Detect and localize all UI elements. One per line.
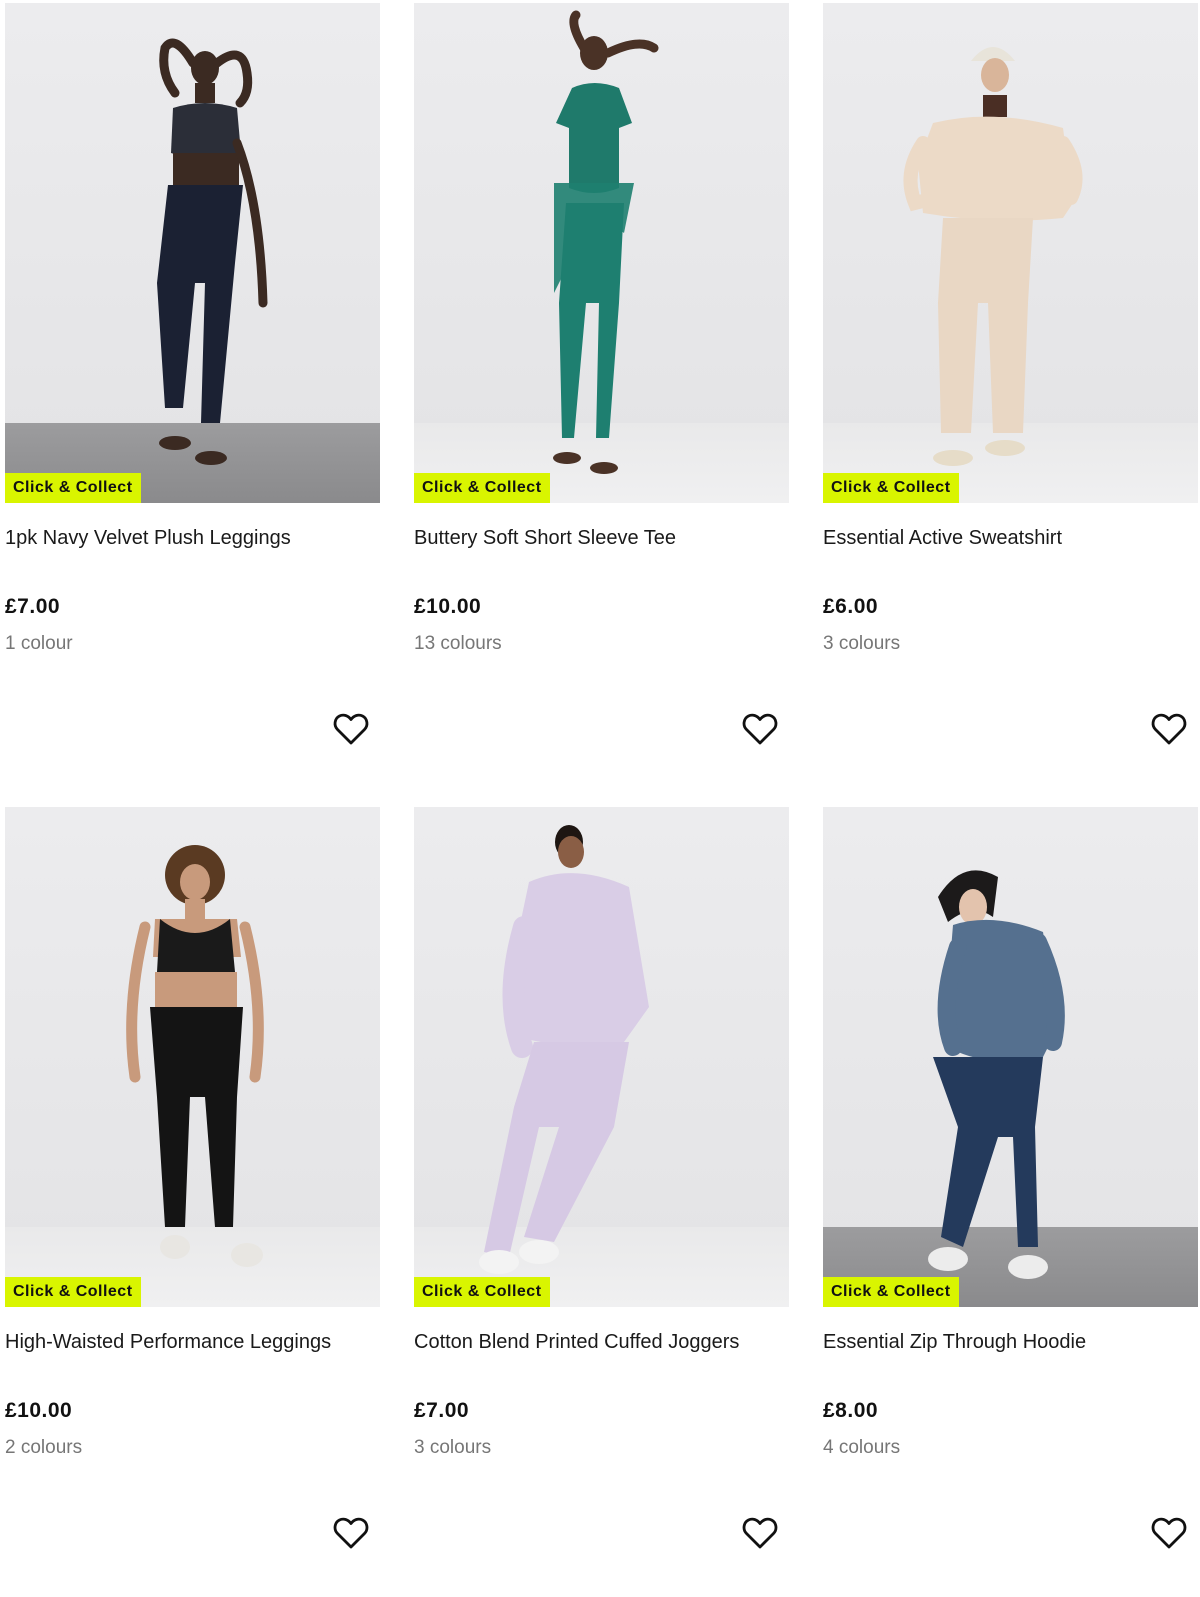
product-card[interactable]: Click & Collect Essential Zip Through Ho… xyxy=(823,807,1198,1597)
model-photo xyxy=(903,47,1083,466)
product-card[interactable]: Click & Collect High-Waisted Performance… xyxy=(5,807,380,1597)
product-image[interactable]: Click & Collect xyxy=(414,807,789,1307)
click-and-collect-badge: Click & Collect xyxy=(414,473,550,503)
heart-outline-icon xyxy=(333,713,369,745)
product-image[interactable]: Click & Collect xyxy=(5,807,380,1307)
product-colour-count: 4 colours xyxy=(823,1437,901,1458)
product-colour-count: 3 colours xyxy=(414,1437,492,1458)
product-image[interactable]: Click & Collect xyxy=(414,3,789,503)
product-title[interactable]: Essential Zip Through Hoodie xyxy=(823,1331,1086,1354)
heart-outline-icon xyxy=(742,713,778,745)
heart-outline-icon xyxy=(1151,713,1187,745)
product-price: £10.00 xyxy=(5,1399,73,1422)
product-price: £7.00 xyxy=(414,1399,470,1422)
heart-outline-icon xyxy=(742,1517,778,1549)
wishlist-button[interactable] xyxy=(740,709,780,749)
click-and-collect-badge: Click & Collect xyxy=(823,1277,959,1307)
product-image[interactable]: Click & Collect xyxy=(823,3,1198,503)
product-colour-count: 2 colours xyxy=(5,1437,83,1458)
product-title[interactable]: Essential Active Sweatshirt xyxy=(823,527,1062,550)
wishlist-button[interactable] xyxy=(740,1513,780,1553)
product-title[interactable]: Buttery Soft Short Sleeve Tee xyxy=(414,527,676,550)
product-colour-count: 1 colour xyxy=(5,633,73,654)
model-photo xyxy=(126,845,264,1267)
product-image[interactable]: Click & Collect xyxy=(5,3,380,503)
product-price: £6.00 xyxy=(823,595,879,618)
wishlist-button[interactable] xyxy=(1149,1513,1189,1553)
click-and-collect-badge: Click & Collect xyxy=(823,473,959,503)
model-photo xyxy=(928,870,1065,1279)
product-title[interactable]: High-Waisted Performance Leggings xyxy=(5,1331,331,1354)
product-card[interactable]: Click & Collect 1pk Navy Velvet Plush Le… xyxy=(5,3,380,793)
product-price: £7.00 xyxy=(5,595,61,618)
product-title[interactable]: 1pk Navy Velvet Plush Leggings xyxy=(5,527,291,550)
product-grid: Click & Collect 1pk Navy Velvet Plush Le… xyxy=(0,0,1200,1550)
model-photo xyxy=(553,10,659,474)
product-price: £10.00 xyxy=(414,595,482,618)
click-and-collect-badge: Click & Collect xyxy=(5,1277,141,1307)
heart-outline-icon xyxy=(333,1517,369,1549)
click-and-collect-badge: Click & Collect xyxy=(5,473,141,503)
product-card[interactable]: Click & Collect Cotton Blend Printed Cuf… xyxy=(414,807,789,1597)
product-colour-count: 3 colours xyxy=(823,633,901,654)
model-photo xyxy=(479,825,649,1274)
product-price: £8.00 xyxy=(823,1399,879,1422)
heart-outline-icon xyxy=(1151,1517,1187,1549)
wishlist-button[interactable] xyxy=(331,709,371,749)
wishlist-button[interactable] xyxy=(331,1513,371,1553)
product-image[interactable]: Click & Collect xyxy=(823,807,1198,1307)
product-title[interactable]: Cotton Blend Printed Cuffed Joggers xyxy=(414,1331,739,1354)
click-and-collect-badge: Click & Collect xyxy=(414,1277,550,1307)
model-photo xyxy=(157,38,268,465)
wishlist-button[interactable] xyxy=(1149,709,1189,749)
product-colour-count: 13 colours xyxy=(414,633,502,654)
product-card[interactable]: Click & Collect Buttery Soft Short Sleev… xyxy=(414,3,789,793)
product-card[interactable]: Click & Collect Essential Active Sweatsh… xyxy=(823,3,1198,793)
